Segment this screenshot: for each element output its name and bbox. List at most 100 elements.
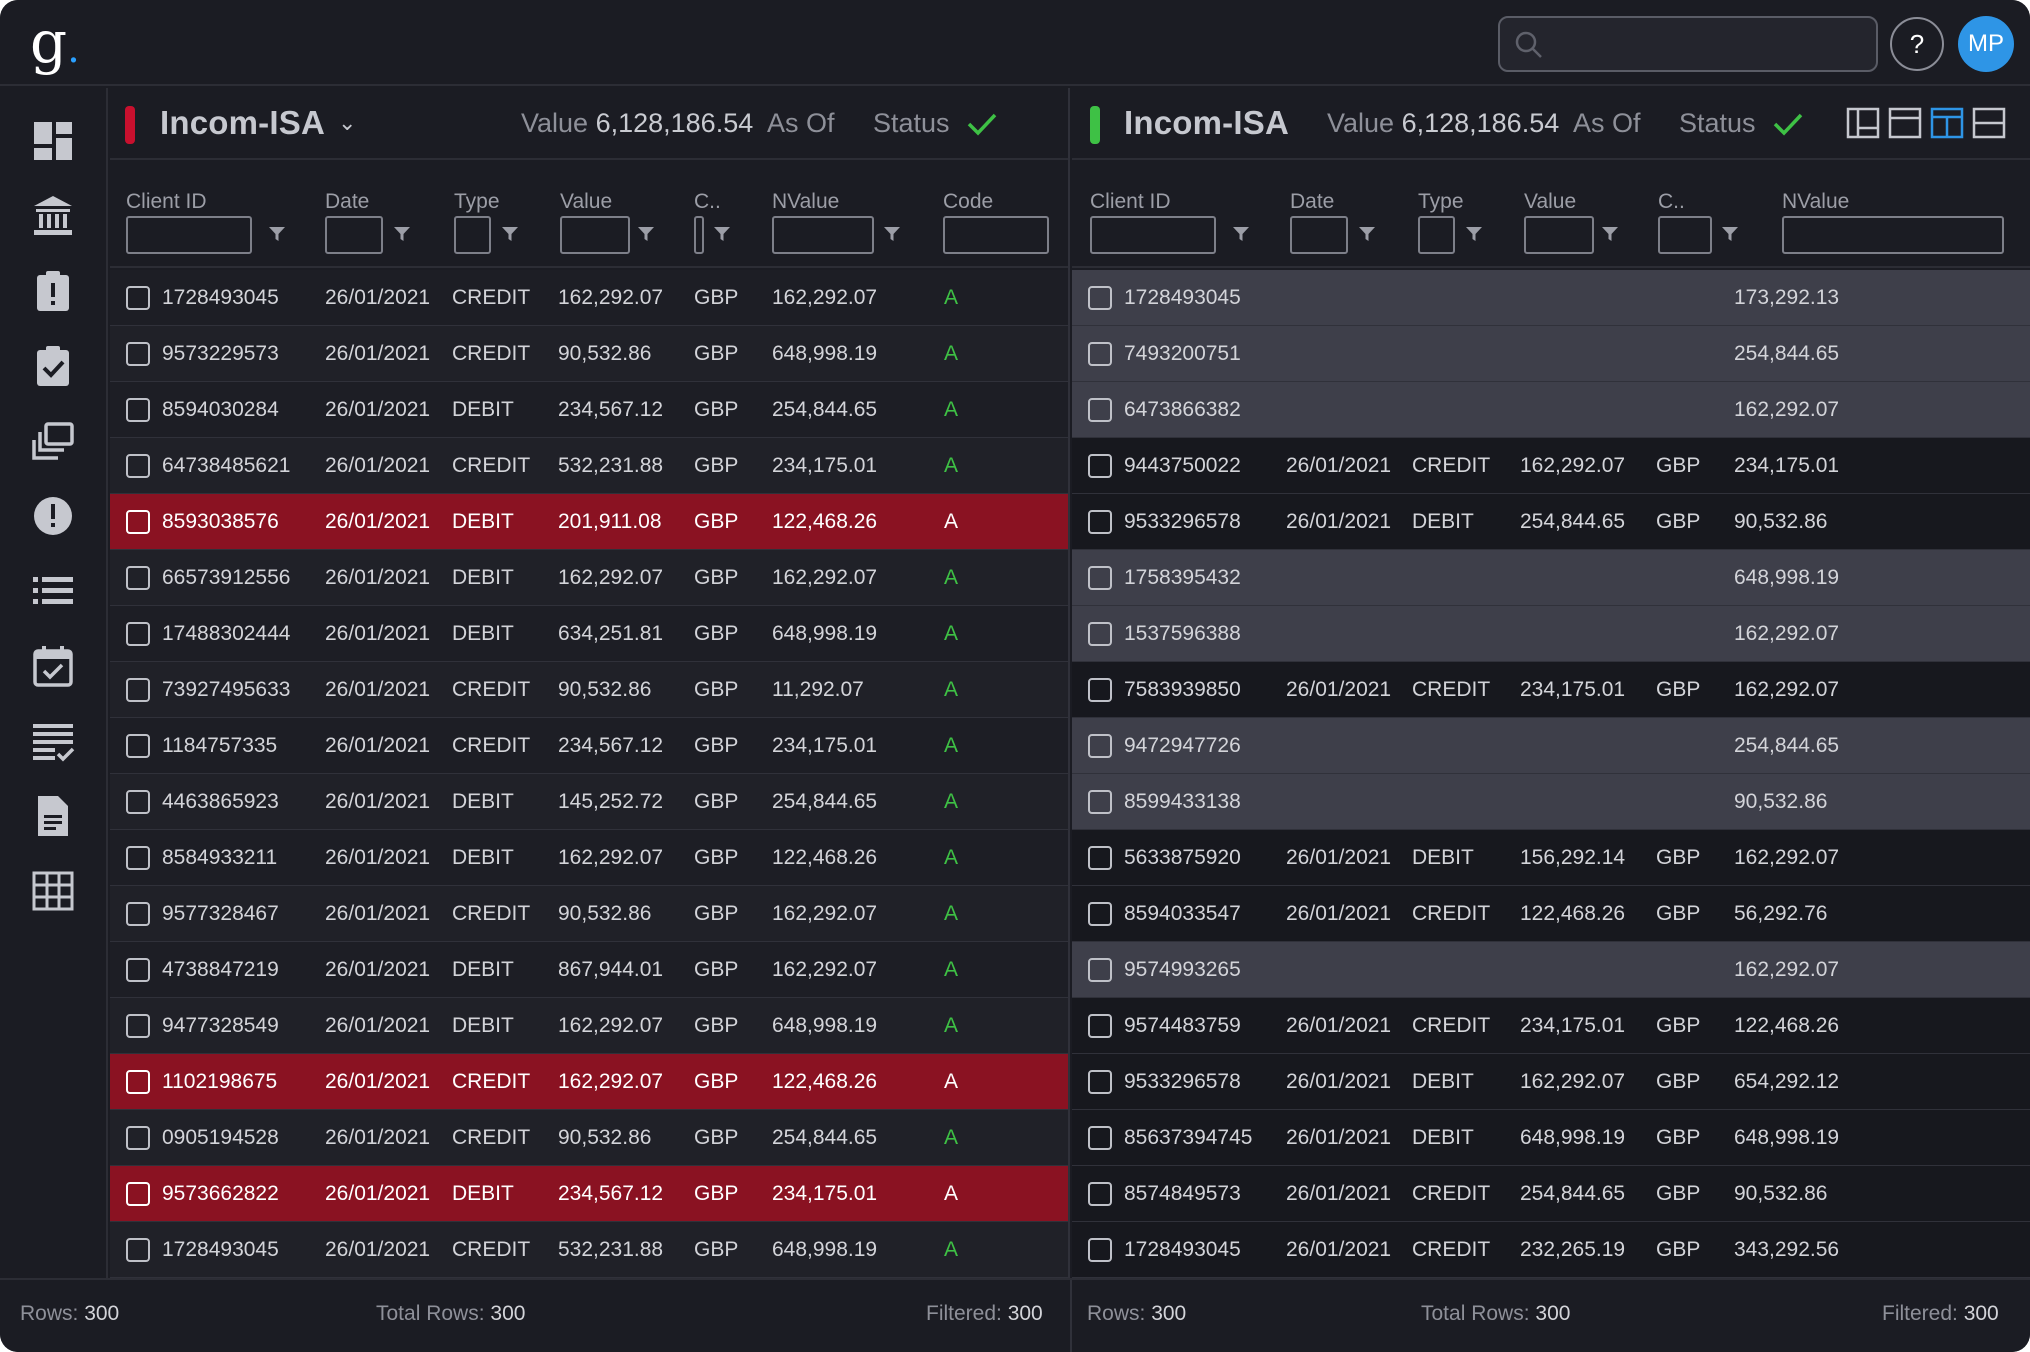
- table-row[interactable]: 66573912556 26/01/2021 DEBIT 162,292.07 GBP 1…: [110, 550, 1068, 606]
- table-row[interactable]: 8593038576 26/01/2021 DEBIT 201,911.08 GBP 12…: [110, 494, 1068, 550]
- help-button[interactable]: ?: [1890, 17, 1944, 71]
- filter-input-type[interactable]: [454, 216, 491, 254]
- table-row[interactable]: 64738485621 26/01/2021 CREDIT 532,231.88 GBP…: [110, 438, 1068, 494]
- filter-funnel-icon[interactable]: [392, 224, 412, 249]
- dashboard-icon[interactable]: [30, 118, 76, 164]
- row-checkbox[interactable]: [1088, 1014, 1112, 1038]
- app-logo[interactable]: g.: [30, 12, 80, 79]
- table-row[interactable]: 8594033547 26/01/2021 CREDIT 122,468.26 GBP 5…: [1072, 886, 2030, 942]
- clipboard-alert-icon[interactable]: [30, 268, 76, 314]
- row-checkbox[interactable]: [1088, 286, 1112, 310]
- table-row[interactable]: 8584933211 26/01/2021 DEBIT 162,292.07 GBP 12…: [110, 830, 1068, 886]
- filter-input-client-id[interactable]: [1090, 216, 1216, 254]
- column-header-type[interactable]: Type: [1418, 190, 1464, 214]
- column-header-currency[interactable]: C..: [1658, 190, 1685, 214]
- row-checkbox[interactable]: [1088, 1182, 1112, 1206]
- row-checkbox[interactable]: [126, 566, 150, 590]
- filter-input-date[interactable]: [1290, 216, 1348, 254]
- row-checkbox[interactable]: [126, 1014, 150, 1038]
- layout-split-left-icon[interactable]: [1846, 106, 1880, 140]
- row-checkbox[interactable]: [1088, 566, 1112, 590]
- portfolio-title[interactable]: Incom-ISA: [160, 104, 325, 142]
- chevron-down-icon[interactable]: ⌄: [338, 110, 356, 136]
- row-checkbox[interactable]: [126, 790, 150, 814]
- row-checkbox[interactable]: [126, 398, 150, 422]
- filter-funnel-icon[interactable]: [1357, 224, 1377, 249]
- table-row[interactable]: 8599433138 90,532.86: [1072, 774, 2030, 830]
- table-row[interactable]: 9574483759 26/01/2021 CREDIT 234,175.01 GBP 1…: [1072, 998, 2030, 1054]
- table-row[interactable]: 1184757335 26/01/2021 CREDIT 234,567.12 GBP 2…: [110, 718, 1068, 774]
- filter-funnel-icon[interactable]: [1464, 224, 1484, 249]
- table-row[interactable]: 9477328549 26/01/2021 DEBIT 162,292.07 GBP 64…: [110, 998, 1068, 1054]
- table-row[interactable]: 1728493045 26/01/2021 CREDIT 162,292.07 GBP 1…: [110, 270, 1068, 326]
- user-avatar[interactable]: MP: [1958, 16, 2014, 72]
- row-checkbox[interactable]: [1088, 790, 1112, 814]
- row-checkbox[interactable]: [1088, 1070, 1112, 1094]
- column-header-type[interactable]: Type: [454, 190, 500, 214]
- row-checkbox[interactable]: [126, 734, 150, 758]
- column-header-client-id[interactable]: Client ID: [1090, 190, 1171, 214]
- table-row[interactable]: 1537596388 162,292.07: [1072, 606, 2030, 662]
- column-header-nvalue[interactable]: NValue: [1782, 190, 1849, 214]
- column-header-code[interactable]: Code: [943, 190, 993, 214]
- row-checkbox[interactable]: [1088, 734, 1112, 758]
- row-checkbox[interactable]: [1088, 510, 1112, 534]
- filter-funnel-icon[interactable]: [500, 224, 520, 249]
- row-checkbox[interactable]: [126, 342, 150, 366]
- list-icon[interactable]: [30, 568, 76, 614]
- row-checkbox[interactable]: [126, 454, 150, 478]
- filter-funnel-icon[interactable]: [1231, 224, 1251, 249]
- table-row[interactable]: 9533296578 26/01/2021 DEBIT 162,292.07 GBP 65…: [1072, 1054, 2030, 1110]
- row-checkbox[interactable]: [126, 678, 150, 702]
- table-row[interactable]: 7493200751 254,844.65: [1072, 326, 2030, 382]
- column-header-currency[interactable]: C..: [694, 190, 721, 214]
- table-row[interactable]: 4738847219 26/01/2021 DEBIT 867,944.01 GBP 16…: [110, 942, 1068, 998]
- filter-input-value[interactable]: [1524, 216, 1594, 254]
- clipboard-check-icon[interactable]: [30, 343, 76, 389]
- table-row[interactable]: 17488302444 26/01/2021 DEBIT 634,251.81 GBP 6…: [110, 606, 1068, 662]
- row-checkbox[interactable]: [1088, 902, 1112, 926]
- table-row[interactable]: 9533296578 26/01/2021 DEBIT 254,844.65 GBP 90…: [1072, 494, 2030, 550]
- filter-funnel-icon[interactable]: [636, 224, 656, 249]
- row-checkbox[interactable]: [126, 846, 150, 870]
- search-input[interactable]: [1498, 16, 1878, 72]
- table-row[interactable]: 1728493045 26/01/2021 CREDIT 532,231.88 GBP 6…: [110, 1222, 1068, 1278]
- table-row[interactable]: 8574849573 26/01/2021 CREDIT 254,844.65 GBP 9…: [1072, 1166, 2030, 1222]
- column-header-date[interactable]: Date: [1290, 190, 1334, 214]
- calendar-check-icon[interactable]: [30, 643, 76, 689]
- row-checkbox[interactable]: [126, 1070, 150, 1094]
- filter-funnel-icon[interactable]: [882, 224, 902, 249]
- layers-icon[interactable]: [30, 418, 76, 464]
- table-row[interactable]: 9573229573 26/01/2021 CREDIT 90,532.86 GBP 64…: [110, 326, 1068, 382]
- filter-input-date[interactable]: [325, 216, 383, 254]
- table-row[interactable]: 9574993265 162,292.07: [1072, 942, 2030, 998]
- row-checkbox[interactable]: [1088, 342, 1112, 366]
- row-checkbox[interactable]: [126, 510, 150, 534]
- filter-input-code[interactable]: [943, 216, 1049, 254]
- table-row[interactable]: 5633875920 26/01/2021 DEBIT 156,292.14 GBP 16…: [1072, 830, 2030, 886]
- row-checkbox[interactable]: [126, 1126, 150, 1150]
- row-checkbox[interactable]: [126, 902, 150, 926]
- filter-input-nvalue[interactable]: [1782, 216, 2004, 254]
- document-icon[interactable]: [30, 793, 76, 839]
- column-header-client-id[interactable]: Client ID: [126, 190, 207, 214]
- table-row[interactable]: 4463865923 26/01/2021 DEBIT 145,252.72 GBP 25…: [110, 774, 1068, 830]
- row-checkbox[interactable]: [1088, 678, 1112, 702]
- row-checkbox[interactable]: [1088, 622, 1112, 646]
- table-row[interactable]: 9472947726 254,844.65: [1072, 718, 2030, 774]
- filter-input-client-id[interactable]: [126, 216, 252, 254]
- table-row[interactable]: 0905194528 26/01/2021 CREDIT 90,532.86 GBP 25…: [110, 1110, 1068, 1166]
- table-row[interactable]: 6473866382 162,292.07: [1072, 382, 2030, 438]
- alert-circle-icon[interactable]: [30, 493, 76, 539]
- row-checkbox[interactable]: [1088, 454, 1112, 478]
- filter-input-value[interactable]: [560, 216, 630, 254]
- row-checkbox[interactable]: [1088, 398, 1112, 422]
- layout-rows-icon[interactable]: [1972, 106, 2006, 140]
- filter-funnel-icon[interactable]: [267, 224, 287, 249]
- layout-top-icon[interactable]: [1888, 106, 1922, 140]
- table-row[interactable]: 1728493045 26/01/2021 CREDIT 232,265.19 GBP 3…: [1072, 1222, 2030, 1278]
- table-row[interactable]: 1758395432 648,998.19: [1072, 550, 2030, 606]
- row-checkbox[interactable]: [126, 1182, 150, 1206]
- row-checkbox[interactable]: [1088, 958, 1112, 982]
- filter-funnel-icon[interactable]: [1600, 224, 1620, 249]
